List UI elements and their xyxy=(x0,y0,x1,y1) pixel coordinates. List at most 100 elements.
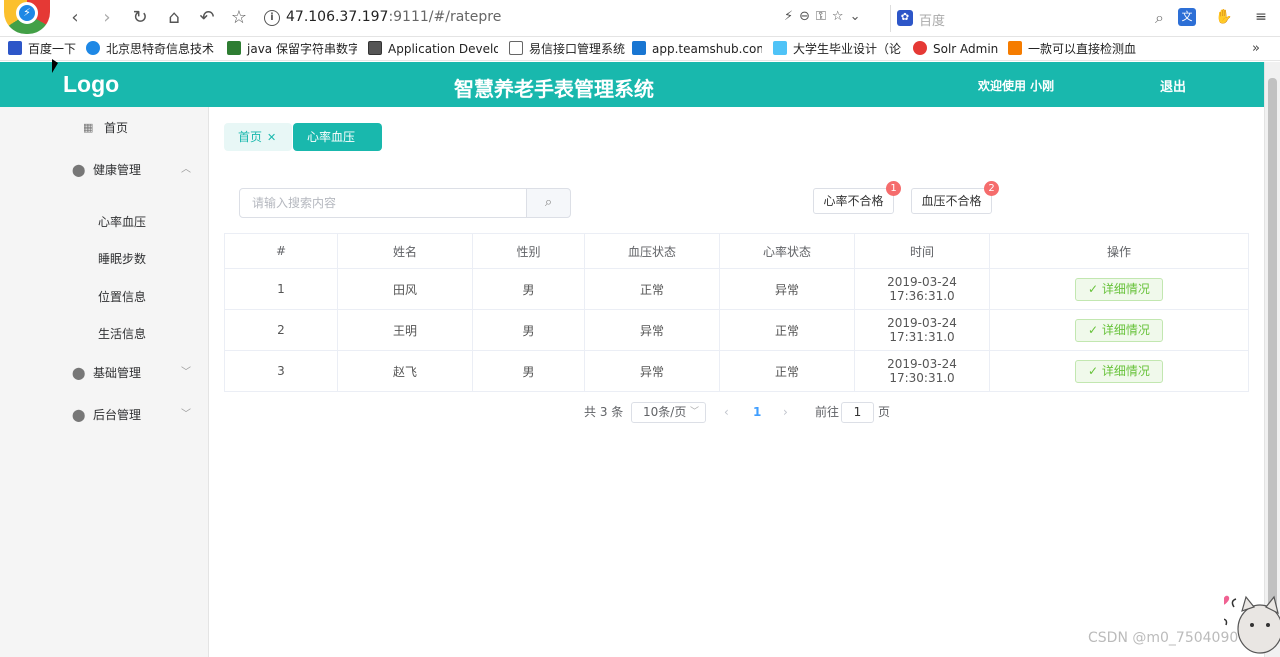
browser-search-box[interactable]: ✿ 百度 ⌕ xyxy=(890,5,1170,32)
sidebar-item-home[interactable]: ▦ 首页 xyxy=(0,113,208,143)
sidebar-subitem-life[interactable]: 生活信息 xyxy=(98,325,146,342)
bookmark-item[interactable]: 大学生毕业设计（论 xyxy=(773,40,903,58)
bookmark-favicon xyxy=(1008,41,1022,55)
detail-button[interactable]: ✓ 详细情况 xyxy=(1075,318,1163,342)
sidebar-item-label: 首页 xyxy=(104,121,129,135)
search-icon[interactable]: ⌕ xyxy=(1155,8,1164,28)
browser-logo-icon[interactable]: ⚡ xyxy=(4,0,50,34)
bookmark-label: java 保留字符串数字 xyxy=(247,42,357,56)
filter-label: 血压不合格 xyxy=(921,194,982,208)
bookmark-item[interactable]: 一款可以直接检测血 xyxy=(1008,40,1138,58)
blood-pressure-fail-button[interactable]: 血压不合格 2 xyxy=(911,181,999,214)
url-path: :9111/#/ratepre xyxy=(388,9,502,25)
tab-home[interactable]: 首页 ✕ xyxy=(224,123,292,151)
page-scrollbar[interactable] xyxy=(1264,62,1280,657)
detail-button[interactable]: ✓ 详细情况 xyxy=(1075,277,1163,301)
cell-no: 3 xyxy=(224,350,338,392)
url-host: 47.106.37.197 xyxy=(286,9,389,25)
tab-heart-bp[interactable]: 心率血压 ✕ xyxy=(293,123,382,172)
back-icon[interactable]: ‹ xyxy=(64,7,86,29)
cell-time: 2019-03-24 17:36:31.0 xyxy=(854,268,990,310)
home-icon[interactable]: ⌂ xyxy=(163,7,185,29)
sidebar-subitem-heart-bp[interactable]: 心率血压 xyxy=(98,213,146,230)
sidebar-item-basic[interactable]: ⬤ 基础管理 ﹀ xyxy=(0,358,208,388)
chevron-down-icon: ﹀ xyxy=(181,367,191,378)
logout-link[interactable]: 退出 xyxy=(1160,76,1186,95)
menu-icon[interactable]: ≡ xyxy=(1252,8,1270,26)
detail-label: 详细情况 xyxy=(1101,322,1150,337)
bookmark-label: Application Develo xyxy=(388,42,498,56)
column-header: 操作 xyxy=(989,233,1249,269)
cell-gender: 男 xyxy=(472,350,585,392)
bookmark-label: 北京思特奇信息技术 xyxy=(106,42,215,56)
cell-name: 田风 xyxy=(337,268,473,310)
address-tools-icons[interactable]: ⚡⊖⚿☆⌄ xyxy=(784,9,866,24)
bookmark-item[interactable]: java 保留字符串数字 xyxy=(227,40,357,58)
bookmark-item[interactable]: 易信接口管理系统 xyxy=(509,40,625,58)
baidu-paw-icon: ✿ xyxy=(897,10,913,26)
table-row: 2 王明 男 异常 正常 2019-03-24 17:31:31.0 ✓ 详细情… xyxy=(224,309,1249,351)
column-header: 姓名 xyxy=(337,233,473,269)
bookmarks-bar: 百度一下 北京思特奇信息技术 java 保留字符串数字 Application … xyxy=(0,37,1280,61)
bookmark-item[interactable]: Application Develo xyxy=(368,40,498,58)
chevron-down-icon: ﹀ xyxy=(181,409,191,420)
column-header: # xyxy=(224,233,338,269)
cell-hr-status: 异常 xyxy=(719,268,855,310)
close-icon[interactable]: ✕ xyxy=(267,131,276,144)
bookmark-favicon xyxy=(227,41,241,55)
cat-sticker-icon xyxy=(1224,595,1280,654)
bookmark-item[interactable]: Solr Admin xyxy=(913,40,1003,58)
sidebar-item-health[interactable]: ⬤ 健康管理 ︿ xyxy=(0,155,208,185)
scrollbar-thumb[interactable] xyxy=(1268,78,1277,648)
close-icon[interactable]: ✕ xyxy=(312,159,321,172)
extension-icon[interactable]: ✋ xyxy=(1215,8,1233,26)
bookmark-star-icon[interactable]: ☆ xyxy=(228,7,250,29)
detail-label: 详细情况 xyxy=(1101,281,1150,296)
detail-button[interactable]: ✓ 详细情况 xyxy=(1075,359,1163,383)
bookmark-item[interactable]: 百度一下 xyxy=(8,40,78,58)
site-info-icon[interactable]: i xyxy=(264,10,280,26)
page-icon xyxy=(509,41,523,55)
bookmark-label: 易信接口管理系统 xyxy=(529,42,625,56)
check-icon: ✓ xyxy=(1088,363,1102,378)
browser-toolbar: ⚡ ‹ › ↻ ⌂ ↶ ☆ i 47.106.37.197:9111/#/rat… xyxy=(0,0,1280,37)
tab-label: 心率血压 xyxy=(307,130,356,144)
heart-rate-fail-button[interactable]: 心率不合格 1 xyxy=(813,181,901,214)
sidebar-subitem-location[interactable]: 位置信息 xyxy=(98,288,146,305)
search-icon: ⌕ xyxy=(544,195,553,210)
undo-icon[interactable]: ↶ xyxy=(196,7,218,29)
cell-gender: 男 xyxy=(472,268,585,310)
goto-page-input[interactable]: 1 xyxy=(841,402,874,423)
sidebar-subitem-sleep-steps[interactable]: 睡眠步数 xyxy=(98,250,146,267)
cell-time: 2019-03-24 17:31:31.0 xyxy=(854,309,990,351)
bookmark-favicon xyxy=(368,41,382,55)
browser-search-placeholder: 百度 xyxy=(919,14,946,29)
translate-icon[interactable]: 文 xyxy=(1178,8,1196,26)
cell-no: 2 xyxy=(224,309,338,351)
bookmark-item[interactable]: app.teamshub.com xyxy=(632,40,762,58)
sidebar-item-admin[interactable]: ⬤ 后台管理 ﹀ xyxy=(0,400,208,430)
page-size-select[interactable]: 10条/页 ﹀ xyxy=(631,402,706,423)
location-pin-icon: ⬤ xyxy=(72,408,86,422)
welcome-text: 欢迎使用 小刚 xyxy=(978,79,1055,93)
sidebar-item-label: 基础管理 xyxy=(93,366,142,380)
bookmarks-more-icon[interactable]: » xyxy=(1252,41,1260,56)
tab-label: 首页 xyxy=(238,130,263,144)
table-row: 3 赵飞 男 异常 正常 2019-03-24 17:30:31.0 ✓ 详细情… xyxy=(224,350,1249,392)
location-pin-icon: ⬤ xyxy=(72,163,86,177)
search-input[interactable] xyxy=(239,188,527,218)
reload-icon[interactable]: ↻ xyxy=(129,7,151,29)
bookmark-item[interactable]: 北京思特奇信息技术 xyxy=(86,40,218,58)
column-header: 心率状态 xyxy=(719,233,855,269)
forward-icon[interactable]: › xyxy=(96,7,118,29)
table-header-row: # 姓名 性别 血压状态 心率状态 时间 操作 xyxy=(224,233,1249,269)
search-button[interactable]: ⌕ xyxy=(526,188,571,218)
detail-label: 详细情况 xyxy=(1101,363,1150,378)
next-page-icon[interactable]: › xyxy=(783,402,788,422)
bookmark-label: Solr Admin xyxy=(933,42,999,56)
address-bar[interactable]: 47.106.37.197:9111/#/ratepre xyxy=(286,9,501,25)
bookmark-favicon xyxy=(773,41,787,55)
page-number-current[interactable]: 1 xyxy=(753,402,761,422)
prev-page-icon[interactable]: ‹ xyxy=(724,402,729,422)
column-header: 时间 xyxy=(854,233,990,269)
